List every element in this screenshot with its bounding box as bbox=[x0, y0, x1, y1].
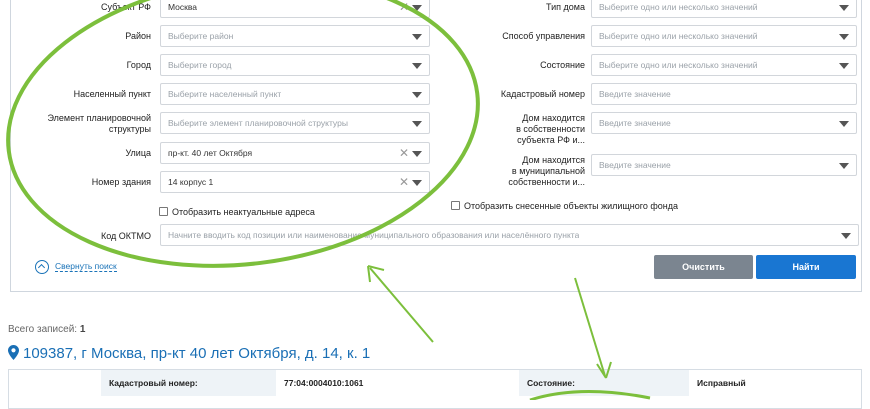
municipal-owned-placeholder: Введите значение bbox=[599, 160, 671, 170]
municipal-owned-label: Дом находится в муниципальной собственно… bbox=[476, 155, 585, 188]
management-label: Способ управления bbox=[502, 31, 585, 41]
cadastral-label: Кадастровый номер bbox=[500, 89, 585, 99]
building-value: 14 корпус 1 bbox=[168, 177, 214, 187]
planning-label: Элемент планировочной структуры bbox=[31, 113, 151, 135]
locality-label: Населенный пункт bbox=[73, 89, 151, 99]
city-label: Город bbox=[126, 60, 151, 70]
state-placeholder: Выберите одно или несколько значений bbox=[599, 60, 758, 70]
cadastral-placeholder: Введите значение bbox=[599, 89, 671, 99]
municipal-owned-line1: Дом находится bbox=[522, 155, 585, 165]
subject-owned-line3: субъекта РФ и... bbox=[517, 135, 585, 145]
chevron-down-icon[interactable] bbox=[839, 163, 849, 169]
collapse-search-label[interactable]: Свернуть поиск bbox=[55, 261, 117, 272]
street-value: пр-кт. 40 лет Октября bbox=[168, 148, 253, 158]
subject-owned-line2: в собственности bbox=[516, 124, 585, 134]
result-address[interactable]: 109387, г Москва, пр-кт 40 лет Октября, … bbox=[8, 344, 370, 366]
subject-label: Субъект РФ bbox=[101, 2, 151, 12]
show-demolished-label: Отобразить снесенные объекты жилищного ф… bbox=[464, 201, 679, 211]
oktmo-select[interactable]: Начните вводить код позиции или наименов… bbox=[160, 224, 859, 246]
chevron-down-icon[interactable] bbox=[412, 34, 422, 40]
find-button[interactable]: Найти bbox=[756, 255, 856, 279]
building-label: Номер здания bbox=[91, 177, 151, 187]
chevron-down-icon[interactable] bbox=[412, 92, 422, 98]
clear-x-icon[interactable]: ✕ bbox=[399, 0, 409, 14]
cadastral-value: 77:04:0004010:1061 bbox=[276, 370, 519, 396]
state-select[interactable]: Выберите одно или несколько значений bbox=[591, 54, 857, 76]
checkbox-icon[interactable] bbox=[159, 207, 168, 216]
chevron-down-icon[interactable] bbox=[839, 121, 849, 127]
total-count: 1 bbox=[79, 324, 86, 335]
subject-value: Москва bbox=[168, 2, 198, 12]
show-demolished-checkbox[interactable]: Отобразить снесенные объекты жилищного ф… bbox=[451, 200, 678, 212]
municipal-owned-line2: в муниципальной bbox=[511, 166, 585, 176]
annotation-arrow bbox=[574, 277, 606, 377]
total-label: Всего записей: bbox=[8, 324, 78, 335]
total-records: Всего записей: 1 bbox=[8, 324, 85, 335]
show-outdated-label: Отобразить неактуальные адреса bbox=[172, 207, 315, 217]
house-type-select[interactable]: Выберите одно или несколько значений bbox=[591, 0, 857, 18]
state-header: Состояние: bbox=[519, 370, 689, 396]
building-select[interactable]: 14 корпус 1 ✕ bbox=[160, 171, 430, 193]
subject-select[interactable]: Москва ✕ bbox=[160, 0, 430, 18]
street-label: Улица bbox=[125, 148, 151, 158]
oktmo-label: Код ОКТМО bbox=[100, 231, 151, 241]
chevron-down-icon[interactable] bbox=[412, 5, 422, 11]
checkbox-icon[interactable] bbox=[451, 201, 460, 210]
chevron-down-icon[interactable] bbox=[412, 151, 422, 157]
locality-select[interactable]: Выберите населенный пункт bbox=[160, 83, 430, 105]
collapse-up-icon[interactable] bbox=[35, 259, 49, 274]
location-pin-icon bbox=[8, 345, 19, 366]
planning-label-line1: Элемент планировочной bbox=[47, 113, 151, 123]
municipal-owned-line3: собственности и... bbox=[508, 177, 585, 187]
cadastral-input[interactable]: Введите значение bbox=[591, 83, 857, 105]
subject-owned-label: Дом находится в собственности субъекта Р… bbox=[476, 113, 585, 146]
chevron-down-icon[interactable] bbox=[412, 180, 422, 186]
planning-placeholder: Выберите элемент планировочной структуры bbox=[168, 118, 348, 128]
search-panel: Субъект РФ Москва ✕ Район Выберите район… bbox=[10, 0, 862, 292]
collapse-search-link[interactable]: Свернуть поиск bbox=[35, 259, 117, 274]
house-type-placeholder: Выберите одно или несколько значений bbox=[599, 2, 758, 12]
district-select[interactable]: Выберите район bbox=[160, 25, 430, 47]
clear-x-icon[interactable]: ✕ bbox=[399, 175, 409, 189]
chevron-down-icon[interactable] bbox=[412, 121, 422, 127]
planning-select[interactable]: Выберите элемент планировочной структуры bbox=[160, 112, 430, 134]
chevron-down-icon[interactable] bbox=[412, 63, 422, 69]
table-spacer bbox=[9, 370, 101, 396]
planning-label-line2: структуры bbox=[108, 124, 151, 134]
house-type-label: Тип дома bbox=[546, 2, 585, 12]
state-value: Исправный bbox=[689, 370, 861, 396]
locality-placeholder: Выберите населенный пункт bbox=[168, 89, 282, 99]
street-select[interactable]: пр-кт. 40 лет Октября ✕ bbox=[160, 142, 430, 164]
clear-x-icon[interactable]: ✕ bbox=[399, 146, 409, 160]
state-label: Состояние bbox=[540, 60, 585, 70]
show-outdated-checkbox[interactable]: Отобразить неактуальные адреса bbox=[159, 206, 315, 218]
chevron-down-icon[interactable] bbox=[841, 233, 851, 239]
address-text[interactable]: 109387, г Москва, пр-кт 40 лет Октября, … bbox=[23, 345, 370, 362]
management-select[interactable]: Выберите одно или несколько значений bbox=[591, 25, 857, 47]
municipal-owned-select[interactable]: Введите значение bbox=[591, 154, 857, 176]
chevron-down-icon[interactable] bbox=[839, 34, 849, 40]
chevron-down-icon[interactable] bbox=[839, 63, 849, 69]
management-placeholder: Выберите одно или несколько значений bbox=[599, 31, 758, 41]
subject-owned-select[interactable]: Введите значение bbox=[591, 112, 857, 134]
district-label: Район bbox=[125, 31, 151, 41]
city-placeholder: Выберите город bbox=[168, 60, 232, 70]
clear-button[interactable]: Очистить bbox=[654, 255, 753, 279]
oktmo-placeholder: Начните вводить код позиции или наименов… bbox=[168, 230, 580, 240]
result-table: Кадастровый номер: 77:04:0004010:1061 Со… bbox=[8, 369, 862, 409]
district-placeholder: Выберите район bbox=[168, 31, 234, 41]
chevron-down-icon[interactable] bbox=[839, 5, 849, 11]
subject-owned-placeholder: Введите значение bbox=[599, 118, 671, 128]
subject-owned-line1: Дом находится bbox=[522, 113, 585, 123]
city-select[interactable]: Выберите город bbox=[160, 54, 430, 76]
cadastral-header: Кадастровый номер: bbox=[101, 370, 276, 396]
